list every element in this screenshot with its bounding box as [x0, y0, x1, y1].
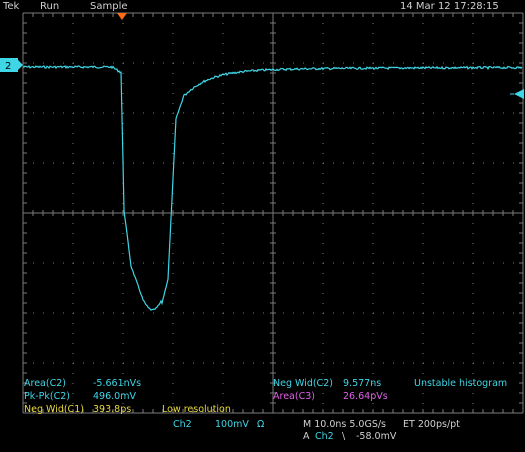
meas-negwid-c1-note: Low resolution [162, 404, 231, 415]
meas-negwid-c2-label: Neg Wid(C2) [273, 378, 333, 389]
status-bar: Tek Run Sample 14 Mar 12 17:28:15 [0, 0, 525, 13]
trigger-level-marker[interactable] [510, 89, 524, 99]
meas-negwid-c1-label: Neg Wid(C1) [24, 404, 84, 415]
impedance-symbol: Ω [257, 419, 265, 430]
run-state[interactable]: Run [40, 1, 59, 12]
trigger-mode[interactable]: A [303, 431, 310, 442]
meas-area-c3-label: Area(C3) [273, 391, 315, 402]
date-time: 14 Mar 12 17:28:15 [400, 1, 499, 12]
ch2-ground-marker[interactable]: 2 [0, 58, 23, 72]
trigger-level[interactable]: -58.0mV [356, 431, 396, 442]
meas-area-c2-label: Area(C2) [24, 378, 66, 389]
brand-label: Tek [3, 1, 20, 12]
volts-per-div[interactable]: 100mV [215, 419, 249, 430]
meas-negwid-c2-value: 9.577ns [343, 378, 382, 389]
ch2-ground-marker-label: 2 [5, 61, 11, 72]
meas-area-c3-value: 26.64pVs [343, 391, 388, 402]
trigger-position-marker[interactable] [117, 13, 127, 20]
meas-negwid-c1-value: 393.8ps [93, 404, 132, 415]
equivalent-time-readout: ET 200ps/pt [403, 419, 460, 430]
meas-negwid-c2-note: Unstable histogram [414, 378, 508, 389]
meas-pkpk-c2-label: Pk-Pk(C2) [24, 391, 70, 402]
trigger-slope-icon: \ [342, 431, 346, 442]
acquisition-mode[interactable]: Sample [90, 1, 128, 12]
trigger-source[interactable]: Ch2 [315, 431, 334, 442]
channel-label[interactable]: Ch2 [173, 419, 192, 430]
meas-area-c2-value: -5.661nVs [93, 378, 142, 389]
timebase-readout[interactable]: M 10.0ns 5.0GS/s [303, 419, 386, 430]
settings-bar: Ch2 100mV Ω M 10.0ns 5.0GS/s ET 200ps/pt… [0, 418, 525, 452]
meas-pkpk-c2-value: 496.0mV [93, 391, 136, 402]
graticule [22, 12, 524, 414]
